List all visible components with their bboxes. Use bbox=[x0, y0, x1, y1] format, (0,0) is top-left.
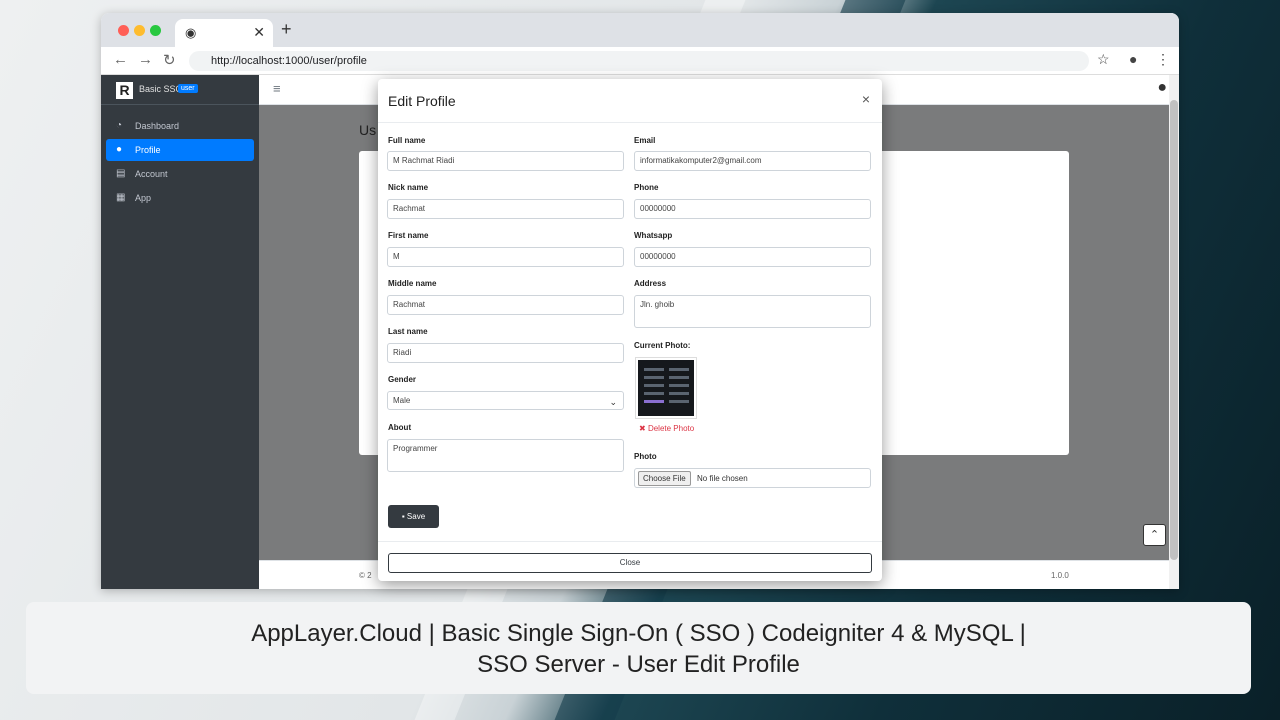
user-icon: ● bbox=[116, 144, 123, 155]
save-label: Save bbox=[406, 512, 426, 521]
sidebar-item-profile[interactable]: ● Profile bbox=[106, 139, 254, 161]
minimize-window-button[interactable] bbox=[134, 25, 145, 36]
modal-footer: Close bbox=[378, 541, 882, 581]
chevron-down-icon: ⌄ bbox=[609, 397, 617, 407]
brand-name: Basic SSO bbox=[139, 84, 183, 94]
close-icon[interactable]: ✕ bbox=[253, 24, 265, 41]
sidebar-item-label: Account bbox=[135, 169, 168, 179]
first-name-label: First name bbox=[388, 231, 429, 240]
email-label: Email bbox=[634, 136, 656, 145]
maximize-window-button[interactable] bbox=[150, 25, 161, 36]
close-window-button[interactable] bbox=[118, 25, 129, 36]
address-bar: ← → ↻ http://localhost:1000/user/profile… bbox=[101, 47, 1179, 75]
floppy-icon: ▪ bbox=[401, 512, 405, 521]
scrollbar-thumb[interactable] bbox=[1170, 100, 1178, 560]
modal-header: Edit Profile × bbox=[378, 79, 882, 123]
role-badge: user bbox=[178, 84, 198, 93]
new-tab-icon[interactable]: + bbox=[281, 19, 292, 40]
caption-line-1: AppLayer.Cloud | Basic Single Sign-On ( … bbox=[251, 620, 1026, 647]
user-circle-icon[interactable]: ● bbox=[1157, 79, 1167, 97]
about-textarea[interactable]: Programmer bbox=[387, 439, 624, 472]
url-input[interactable]: http://localhost:1000/user/profile bbox=[189, 51, 1089, 71]
gender-value: Male bbox=[393, 396, 411, 405]
chrome-icon: ◉ bbox=[185, 25, 197, 40]
star-icon[interactable]: ☆ bbox=[1097, 51, 1110, 68]
sidebar-item-dashboard[interactable]: ◔ Dashboard bbox=[106, 115, 254, 137]
version-label: 1.0.0 bbox=[1051, 571, 1069, 580]
phone-input[interactable]: 00000000 bbox=[634, 199, 871, 219]
back-icon[interactable]: ← bbox=[113, 51, 128, 68]
middle-name-label: Middle name bbox=[388, 279, 437, 288]
caption-banner: AppLayer.Cloud | Basic Single Sign-On ( … bbox=[26, 602, 1251, 694]
sidebar: R Basic SSO user ◔ Dashboard ● Profile ▤… bbox=[101, 75, 259, 589]
forward-icon[interactable]: → bbox=[138, 51, 153, 68]
delete-photo-button[interactable]: ✖ Delete Photo bbox=[639, 424, 694, 433]
delete-photo-label: Delete Photo bbox=[647, 424, 695, 433]
photo-label: Photo bbox=[634, 452, 657, 461]
footer-copyright: © 2 bbox=[359, 571, 372, 580]
middle-name-input[interactable]: Rachmat bbox=[387, 295, 624, 315]
scrollbar[interactable] bbox=[1169, 75, 1179, 589]
gender-select[interactable]: Male ⌄ bbox=[387, 391, 624, 410]
nick-name-input[interactable]: Rachmat bbox=[387, 199, 624, 219]
file-status: No file chosen bbox=[697, 474, 748, 483]
last-name-input[interactable]: Riadi bbox=[387, 343, 624, 363]
modal-title: Edit Profile bbox=[388, 93, 456, 109]
first-name-input[interactable]: M bbox=[387, 247, 624, 267]
sidebar-item-label: Profile bbox=[135, 145, 161, 155]
page-title: Us bbox=[359, 122, 377, 138]
phone-label: Phone bbox=[634, 183, 659, 192]
gender-label: Gender bbox=[388, 375, 417, 384]
whatsapp-input[interactable]: 00000000 bbox=[634, 247, 871, 267]
sidebar-item-app[interactable]: ▦ App bbox=[106, 187, 254, 209]
browser-tab[interactable]: ◉ ✕ bbox=[175, 19, 273, 47]
photo-file-input[interactable]: Choose File No file chosen bbox=[634, 468, 871, 488]
full-name-input[interactable]: M Rachmat Riadi bbox=[387, 151, 624, 171]
about-label: About bbox=[388, 423, 412, 432]
edit-profile-modal: Edit Profile × Full name M Rachmat Riadi… bbox=[378, 79, 882, 581]
reload-icon[interactable]: ↻ bbox=[163, 51, 176, 69]
menu-icon[interactable]: ⋮ bbox=[1156, 51, 1170, 68]
grid-icon: ▦ bbox=[116, 192, 126, 203]
current-photo-image bbox=[635, 357, 697, 419]
sidebar-item-label: App bbox=[135, 193, 152, 203]
sidebar-item-account[interactable]: ▤ Account bbox=[106, 163, 254, 185]
email-input[interactable]: informatikakomputer2@gmail.com bbox=[634, 151, 871, 171]
save-button[interactable]: ▪ Save bbox=[388, 505, 439, 528]
profile-icon[interactable]: ● bbox=[1129, 51, 1137, 67]
sidebar-item-label: Dashboard bbox=[135, 121, 180, 131]
full-name-label: Full name bbox=[388, 136, 426, 145]
choose-file-button[interactable]: Choose File bbox=[638, 471, 691, 486]
close-icon[interactable]: × bbox=[862, 91, 870, 107]
times-icon: ✖ bbox=[639, 424, 646, 433]
caption-line-2: SSO Server - User Edit Profile bbox=[477, 651, 800, 678]
close-button[interactable]: Close bbox=[388, 553, 872, 573]
current-photo-label: Current Photo: bbox=[634, 341, 691, 350]
address-label: Address bbox=[634, 279, 667, 288]
nick-name-label: Nick name bbox=[388, 183, 429, 192]
logo-icon: R bbox=[116, 82, 133, 99]
hamburger-icon[interactable]: ≡ bbox=[273, 81, 281, 96]
last-name-label: Last name bbox=[388, 327, 428, 336]
back-to-top-button[interactable]: ⌃ bbox=[1143, 524, 1166, 546]
address-textarea[interactable]: Jln. ghoib bbox=[634, 295, 871, 328]
tab-bar: ◉ ✕ + bbox=[101, 13, 1179, 47]
id-card-icon: ▤ bbox=[116, 168, 126, 179]
brand[interactable]: R Basic SSO user bbox=[101, 75, 259, 105]
whatsapp-label: Whatsapp bbox=[634, 231, 673, 240]
tachometer-icon: ◔ bbox=[116, 120, 123, 131]
